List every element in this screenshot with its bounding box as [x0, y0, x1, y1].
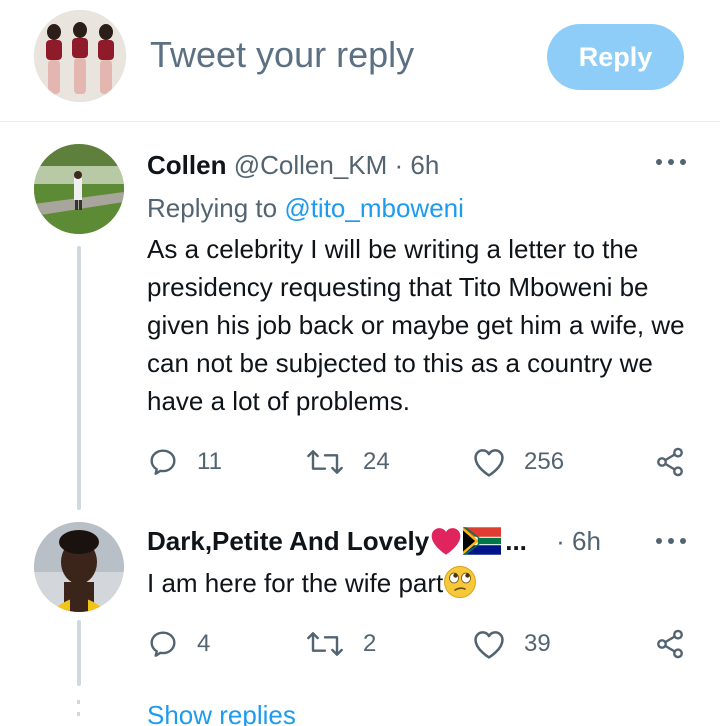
flag-emoji: [463, 527, 502, 555]
name-ellipsis: ...: [505, 526, 527, 556]
reply-action[interactable]: 4: [147, 628, 210, 660]
reply-button[interactable]: Reply: [547, 24, 684, 90]
mention-link[interactable]: @tito_mboweni: [284, 193, 464, 223]
like-icon: [474, 631, 504, 659]
separator: ·: [556, 526, 565, 556]
like-action[interactable]: 39: [472, 628, 551, 660]
display-name[interactable]: Collen: [147, 150, 226, 180]
avatar[interactable]: [34, 144, 124, 234]
replying-to: Replying to @tito_mboweni: [147, 193, 464, 224]
like-count: 256: [524, 448, 565, 475]
retweet-icon: [307, 632, 343, 656]
like-count: 39: [524, 630, 551, 657]
reply-count: 11: [197, 448, 222, 475]
reply-icon: [150, 631, 176, 657]
handle[interactable]: @Collen_KM: [234, 150, 388, 180]
timestamp[interactable]: 6h: [410, 150, 439, 180]
display-name[interactable]: Dark,Petite And Lovely: [147, 526, 429, 556]
like-icon: [474, 449, 504, 477]
retweet-action[interactable]: 24: [305, 446, 390, 478]
rolling-eyes-emoji: [444, 566, 477, 598]
avatar[interactable]: [34, 522, 124, 612]
separator: ·: [394, 150, 404, 180]
retweet-count: 24: [363, 448, 390, 475]
thread-line: [77, 246, 81, 510]
share-icon[interactable]: [654, 446, 686, 483]
timestamp[interactable]: 6h: [572, 526, 601, 556]
retweet-icon: [307, 450, 343, 474]
retweet-action[interactable]: 2: [305, 628, 376, 660]
retweet-count: 2: [363, 630, 377, 657]
reply-input[interactable]: Tweet your reply: [150, 34, 414, 76]
reply-count: 4: [197, 630, 211, 657]
tweet-header: Dark,Petite And Lovely... · 6h: [147, 526, 601, 557]
heart-emoji: [431, 528, 461, 555]
compose-bar: Tweet your reply Reply: [0, 0, 720, 122]
reply-action[interactable]: 11: [147, 446, 222, 478]
tweet-header: Collen @Collen_KM · 6h: [147, 150, 439, 181]
reply-icon: [150, 449, 176, 475]
tweet-text-content: I am here for the wife part: [147, 568, 444, 598]
like-action[interactable]: 256: [472, 446, 564, 478]
replying-prefix: Replying to: [147, 193, 285, 223]
tweet-text: I am here for the wife part: [147, 564, 707, 602]
thread-dot: [77, 700, 80, 704]
show-replies-link[interactable]: Show replies: [147, 700, 296, 726]
thread-line: [77, 620, 81, 686]
tweet-text: As a celebrity I will be writing a lette…: [147, 234, 685, 416]
share-icon[interactable]: [654, 628, 686, 665]
more-icon[interactable]: [656, 157, 686, 167]
user-avatar[interactable]: [34, 10, 126, 102]
thread-dot: [77, 712, 80, 716]
more-icon[interactable]: [656, 536, 686, 546]
